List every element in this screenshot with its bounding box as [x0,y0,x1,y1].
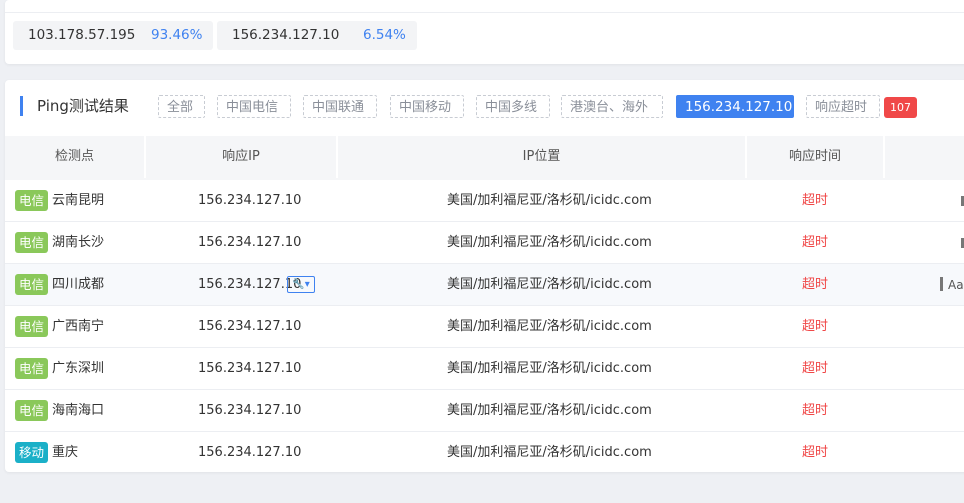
extra-cell: Aal [948,278,964,292]
ip-chip-1[interactable]: 103.178.57.195 93.46% [13,21,213,50]
filter-overseas[interactable]: 港澳台、海外 [561,95,663,118]
filter-all[interactable]: 全部 [158,95,205,118]
response-time: 超时 [802,319,829,334]
ip-location: 美国/加利福尼亚/洛杉矶/icidc.com [447,277,652,292]
response-time: 超时 [802,193,829,208]
probe-location: 广东深圳 [52,361,105,376]
table-row[interactable]: 移动 重庆 156.234.127.10 美国/加利福尼亚/洛杉矶/icidc.com… [5,432,964,472]
ping-results-panel: Ping测试结果 全部 中国电信 中国联通 中国移动 中国多线 港澳台、海外 1… [5,80,964,472]
th-extra [885,136,964,178]
response-ip: 156.234.127.10 [198,361,302,376]
title-accent-bar [20,96,23,116]
probe-location: 重庆 [52,445,79,460]
th-ip-location[interactable]: IP位置 [338,136,747,178]
filter-telecom[interactable]: 中国电信 [217,95,291,118]
ip-percent: 6.54% [363,27,406,43]
isp-badge: 电信 [15,358,49,379]
ip-location: 美国/加利福尼亚/洛杉矶/icidc.com [447,193,652,208]
probe-location: 四川成都 [52,277,105,292]
filter-multiline[interactable]: 中国多线 [476,95,550,118]
table-row[interactable]: 电信 广东深圳 156.234.127.10 美国/加利福尼亚/洛杉矶/icidc.c… [5,348,964,390]
th-response-ip[interactable]: 响应IP [146,136,338,178]
wrench-dropdown-icon[interactable]: 🔧▾ [287,276,315,293]
response-ip: 156.234.127.10 [198,403,302,418]
ip-value: 156.234.127.10 [232,27,340,43]
filter-timeout[interactable]: 响应超时 [806,95,880,118]
response-time: 超时 [802,403,829,418]
edge-bar-icon [940,277,943,291]
table-row[interactable]: 电信 湖南长沙 156.234.127.10 美国/加利福尼亚/洛杉矶/icidc.c… [5,222,964,264]
ip-location: 美国/加利福尼亚/洛杉矶/icidc.com [447,445,652,460]
probe-location: 云南昆明 [52,193,105,208]
response-time: 超时 [802,445,829,460]
response-time: 超时 [802,361,829,376]
th-probe[interactable]: 检测点 [5,136,146,178]
table-row[interactable]: 电信 广西南宁 156.234.127.10 美国/加利福尼亚/洛杉矶/icidc.c… [5,306,964,348]
response-ip: 156.234.127.10 [198,445,302,460]
ip-summary-card: 103.178.57.195 93.46% 156.234.127.10 6.5… [5,0,964,64]
isp-badge: 电信 [15,274,49,295]
filter-mobile[interactable]: 中国移动 [390,95,464,118]
probe-location: 海南海口 [52,403,105,418]
response-ip: 156.234.127.10 [198,277,302,292]
table-row[interactable]: 电信 海南海口 156.234.127.10 美国/加利福尼亚/洛杉矶/icidc.c… [5,390,964,432]
response-ip: 156.234.127.10 [198,193,302,208]
ip-chip-2[interactable]: 156.234.127.10 6.54% [217,21,417,50]
ip-percent: 93.46% [151,27,203,43]
probe-location: 广西南宁 [52,319,105,334]
filter-active-ip[interactable]: 156.234.127.10 [676,95,794,118]
isp-badge: 移动 [15,442,49,463]
ip-location: 美国/加利福尼亚/洛杉矶/icidc.com [447,235,652,250]
ip-value: 103.178.57.195 [28,27,136,43]
table-row[interactable]: 电信 云南昆明 156.234.127.10 美国/加利福尼亚/洛杉矶/icidc.c… [5,180,964,222]
ip-location: 美国/加利福尼亚/洛杉矶/icidc.com [447,403,652,418]
panel-title: Ping测试结果 [37,97,129,115]
response-time: 超时 [802,277,829,292]
probe-location: 湖南长沙 [52,235,105,250]
timeout-count-badge: 107 [884,97,917,118]
isp-badge: 电信 [15,190,49,211]
ip-location: 美国/加利福尼亚/洛杉矶/icidc.com [447,319,652,334]
response-ip: 156.234.127.10 [198,319,302,334]
ip-location: 美国/加利福尼亚/洛杉矶/icidc.com [447,361,652,376]
th-response-time[interactable]: 响应时间 [747,136,885,178]
isp-badge: 电信 [15,316,49,337]
filter-unicom[interactable]: 中国联通 [303,95,377,118]
divider [5,12,964,13]
isp-badge: 电信 [15,232,49,253]
table-row[interactable]: 电信 四川成都 156.234.127.10 美国/加利福尼亚/洛杉矶/icidc.c… [5,264,964,306]
response-time: 超时 [802,235,829,250]
table-header: 检测点 响应IP IP位置 响应时间 [5,136,964,180]
isp-badge: 电信 [15,400,49,421]
response-ip: 156.234.127.10 [198,235,302,250]
